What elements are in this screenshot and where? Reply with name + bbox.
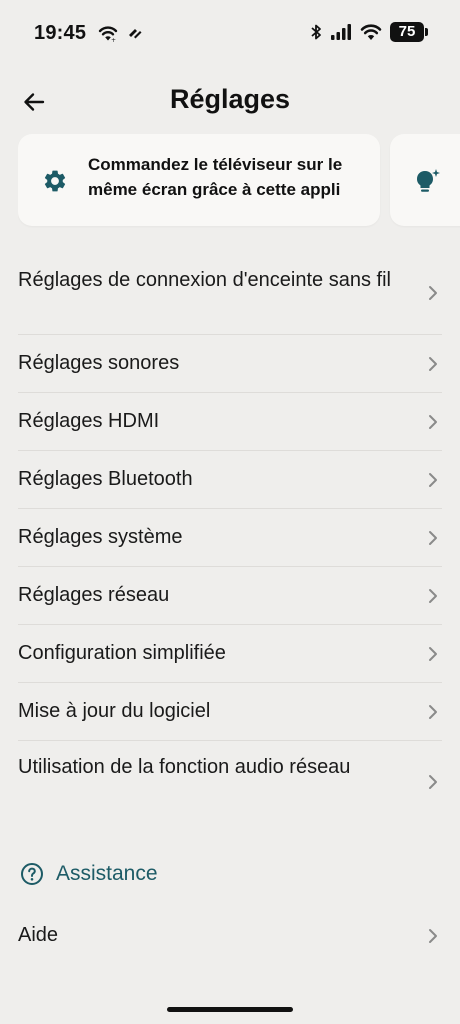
list-item-easy-setup[interactable]: Configuration simplifiée: [18, 625, 442, 683]
chevron-right-icon: [429, 472, 437, 487]
list-item-label: Aide: [18, 924, 59, 946]
wifi-icon: [360, 24, 382, 40]
app-header: Réglages: [0, 70, 460, 134]
svg-text:+: +: [111, 37, 116, 42]
status-bar: 19:45 + 75: [0, 0, 460, 70]
bluetooth-icon: [311, 24, 321, 40]
list-item-label: Réglages système: [18, 526, 183, 548]
chevron-right-icon: [429, 775, 437, 789]
signal-icon: [331, 24, 351, 40]
list-item-help[interactable]: Aide: [18, 907, 442, 964]
chevron-right-icon: [429, 588, 437, 603]
list-item-label: Réglages de connexion d'enceinte sans fi…: [18, 269, 391, 291]
list-item-network-audio[interactable]: Utilisation de la fonction audio réseau: [18, 741, 442, 823]
page-title: Réglages: [169, 84, 291, 114]
list-item-network[interactable]: Réglages réseau: [18, 567, 442, 625]
list-item-label: Utilisation de la fonction audio réseau: [18, 756, 351, 778]
hotspot-icon: [129, 29, 142, 39]
chevron-right-icon: [429, 928, 437, 943]
tv-control-card-text: Commandez le téléviseur sur le même écra…: [88, 155, 343, 199]
list-item-label: Réglages Bluetooth: [18, 468, 193, 490]
list-item-hdmi[interactable]: Réglages HDMI: [18, 393, 442, 451]
status-time: 19:45: [34, 22, 87, 44]
feature-cards: Commandez le téléviseur sur le même écra…: [18, 134, 460, 228]
list-item-label: Réglages réseau: [18, 584, 170, 606]
chevron-right-icon: [429, 356, 437, 371]
settings-list: Réglages de connexion d'enceinte sans fi…: [18, 252, 442, 823]
gear-icon: [44, 170, 66, 192]
list-item-label: Configuration simplifiée: [18, 642, 226, 664]
list-item-label: Réglages HDMI: [18, 410, 160, 432]
battery-tip: [425, 28, 428, 36]
list-item-bluetooth[interactable]: Réglages Bluetooth: [18, 451, 442, 509]
list-item-system[interactable]: Réglages système: [18, 509, 442, 567]
chevron-right-icon: [429, 414, 437, 429]
question-circle-icon: [21, 863, 43, 885]
status-left-icons: +: [98, 24, 144, 42]
list-item-label: Mise à jour du logiciel: [18, 700, 211, 722]
list-item-sound[interactable]: Réglages sonores: [18, 335, 442, 393]
tips-card[interactable]: [390, 134, 460, 226]
chevron-right-icon: [429, 704, 437, 719]
battery-icon: 75: [390, 22, 428, 42]
assistance-section-header: Assistance: [20, 862, 158, 886]
list-item-software-update[interactable]: Mise à jour du logiciel: [18, 683, 442, 741]
chevron-right-icon: [429, 286, 437, 300]
chevron-right-icon: [429, 646, 437, 661]
list-item-label: Réglages sonores: [18, 352, 180, 374]
chevron-right-icon: [429, 530, 437, 545]
assistance-title: Assistance: [56, 862, 158, 885]
battery-level: 75: [390, 22, 424, 42]
assistance-list: Aide: [18, 907, 442, 964]
home-indicator[interactable]: [167, 1007, 293, 1012]
tv-control-card[interactable]: Commandez le téléviseur sur le même écra…: [18, 134, 380, 226]
list-item-wireless-speaker[interactable]: Réglages de connexion d'enceinte sans fi…: [18, 252, 442, 335]
lightbulb-sparkle-icon: [417, 169, 440, 192]
status-right-icons: 75: [310, 22, 428, 42]
wifi-icon: +: [98, 26, 118, 42]
